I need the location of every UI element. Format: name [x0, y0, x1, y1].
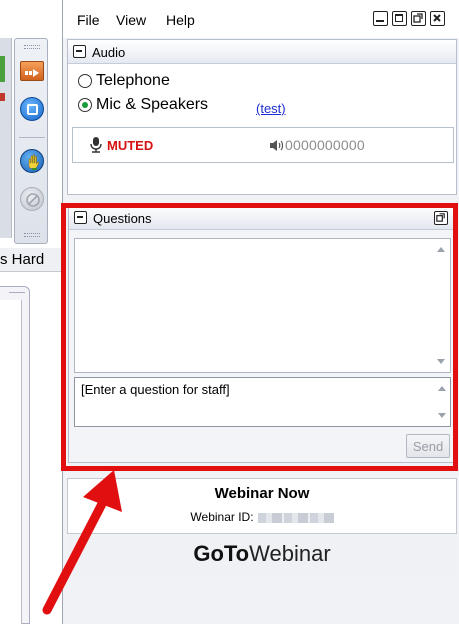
- minimize-button[interactable]: [373, 11, 388, 26]
- mic-speakers-label[interactable]: Mic & Speakers: [96, 96, 208, 114]
- input-scroll-down-arrow-icon[interactable]: [438, 413, 446, 418]
- questions-pane-title: Questions: [93, 211, 152, 226]
- audio-pane-header[interactable]: Audio: [68, 40, 456, 64]
- audio-pane: Audio Telephone Mic & Speakers (test) MU…: [67, 39, 457, 195]
- muted-status: MUTED: [107, 138, 154, 153]
- questions-collapse-icon[interactable]: [74, 211, 87, 224]
- maximize-button[interactable]: [392, 11, 407, 26]
- toolbar-separator: [19, 137, 45, 138]
- webinar-id-label: Webinar ID:: [190, 510, 254, 524]
- menu-view[interactable]: View: [116, 12, 146, 28]
- webinar-id-row: Webinar ID:: [68, 510, 456, 524]
- collapse-icon[interactable]: [73, 45, 86, 58]
- disabled-icon: [26, 193, 40, 207]
- audio-level-meter: 0000000000: [285, 137, 365, 153]
- audio-pane-title: Audio: [92, 45, 126, 60]
- popout-icon: [413, 13, 423, 23]
- send-button[interactable]: Send: [406, 434, 450, 458]
- dash-arrow-icon: [25, 66, 39, 77]
- scroll-up-arrow-icon[interactable]: [437, 247, 445, 252]
- question-log[interactable]: [74, 238, 451, 373]
- maximize-icon: [395, 14, 403, 22]
- stop-square-icon: [27, 104, 38, 115]
- raise-hand-icon: [28, 154, 40, 170]
- telephone-label[interactable]: Telephone: [96, 72, 170, 90]
- audio-status-box: MUTED 0000000000: [72, 127, 454, 163]
- disabled-control-button[interactable]: [20, 187, 44, 211]
- background-side-strip: [0, 38, 12, 238]
- input-scroll-up-arrow-icon[interactable]: [438, 386, 446, 391]
- stop-button[interactable]: [20, 97, 44, 121]
- minimize-icon: [376, 20, 384, 22]
- show-hide-panel-button[interactable]: [20, 61, 44, 81]
- telephone-radio[interactable]: [78, 74, 92, 88]
- popout-icon: [436, 213, 445, 222]
- popout-window-button[interactable]: [411, 11, 426, 26]
- close-button[interactable]: [430, 11, 445, 26]
- floating-control-toolbar: [14, 38, 48, 244]
- question-input[interactable]: [74, 377, 451, 427]
- question-input-scrollbar[interactable]: [434, 378, 451, 426]
- speaker-icon: [270, 140, 283, 151]
- questions-popout-button[interactable]: [434, 211, 448, 225]
- background-tab-label: s Hard: [0, 248, 62, 272]
- background-panel-inner: [0, 300, 22, 624]
- webinar-info-box: Webinar Now Webinar ID:: [67, 478, 457, 534]
- background-divider: [9, 292, 25, 293]
- mic-speakers-radio[interactable]: [78, 98, 92, 112]
- question-log-scrollbar[interactable]: [433, 239, 450, 372]
- toolbar-grip-top[interactable]: [24, 45, 40, 49]
- questions-pane: Questions Send: [68, 205, 455, 463]
- brand-webinar: Webinar: [249, 541, 331, 566]
- close-icon: [433, 14, 441, 22]
- menu-file[interactable]: File: [77, 12, 100, 28]
- scroll-down-arrow-icon[interactable]: [437, 359, 445, 364]
- background-red-marker: [0, 93, 5, 101]
- menu-help[interactable]: Help: [166, 12, 195, 28]
- toolbar-grip-bottom[interactable]: [24, 233, 40, 237]
- gotowebinar-logo: GoToWebinar: [67, 534, 457, 576]
- raise-hand-button[interactable]: [20, 149, 44, 173]
- microphone-icon: [90, 137, 102, 153]
- webinar-id-redacted: [257, 512, 334, 523]
- audio-test-link[interactable]: (test): [256, 101, 286, 116]
- questions-pane-header[interactable]: Questions: [69, 206, 454, 230]
- brand-goto: GoTo: [193, 541, 250, 566]
- background-green-marker: [0, 56, 5, 82]
- webinar-name: Webinar Now: [214, 485, 310, 502]
- menu-bar: File View Help: [63, 0, 459, 38]
